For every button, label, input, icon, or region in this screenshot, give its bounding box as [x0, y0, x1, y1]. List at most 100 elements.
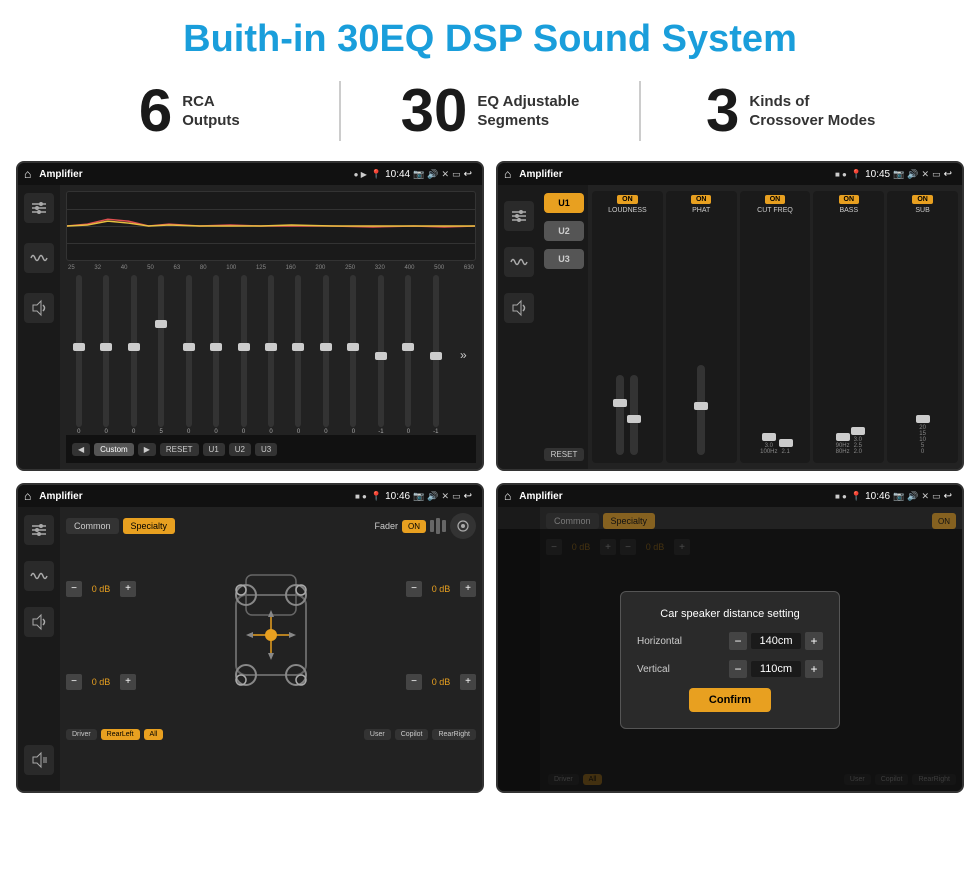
slider-thumb-3[interactable] [155, 320, 167, 328]
slider-track-1[interactable] [103, 275, 109, 427]
slider-thumb-8[interactable] [292, 343, 304, 351]
horizontal-plus-btn[interactable]: + [805, 632, 823, 650]
eq-reset-btn[interactable]: RESET [160, 443, 199, 456]
crossover-sidebar-icon-speaker[interactable] [504, 293, 534, 323]
nav-user-btn[interactable]: User [364, 729, 391, 740]
eq-play-btn[interactable]: ▶ [138, 443, 156, 456]
fader-sidebar-icon-vol[interactable] [24, 745, 54, 775]
slider-thumb-12[interactable] [402, 343, 414, 351]
eq-u2-btn[interactable]: U2 [229, 443, 251, 456]
u2-button[interactable]: U2 [544, 221, 584, 241]
slider-thumb-0[interactable] [73, 343, 85, 351]
slider-track-5[interactable] [213, 275, 219, 427]
bass-g-thumb[interactable] [851, 427, 865, 435]
db-minus-fr[interactable]: − [406, 581, 422, 597]
fader-on-button[interactable]: ON [402, 520, 426, 533]
db-minus-rr[interactable]: − [406, 674, 422, 690]
slider-thumb-10[interactable] [347, 343, 359, 351]
db-minus-rl[interactable]: − [66, 674, 82, 690]
fader-tab-specialty[interactable]: Specialty [123, 518, 176, 534]
loudness-thumb-1[interactable] [613, 399, 627, 407]
nav-copilot-btn[interactable]: Copilot [395, 729, 429, 740]
phat-slider-wrap [697, 218, 705, 459]
phat-thumb[interactable] [694, 402, 708, 410]
slider-thumb-9[interactable] [320, 343, 332, 351]
slider-track-11[interactable] [378, 275, 384, 427]
slider-thumb-1[interactable] [100, 343, 112, 351]
crossover-sidebar-icon-wave[interactable] [504, 247, 534, 277]
nav-driver-btn[interactable]: Driver [66, 729, 97, 740]
loudness-slider-2[interactable] [630, 375, 638, 455]
slider-thumb-5[interactable] [210, 343, 222, 351]
vertical-minus-btn[interactable]: − [729, 660, 747, 678]
settings-circle-icon[interactable] [450, 513, 476, 539]
db-minus-fl[interactable]: − [66, 581, 82, 597]
db-plus-fr[interactable]: + [460, 581, 476, 597]
home-icon-1[interactable]: ⌂ [24, 167, 31, 181]
vertical-plus-btn[interactable]: + [805, 660, 823, 678]
slider-thumb-11[interactable] [375, 352, 387, 360]
sub-thumb[interactable] [916, 415, 930, 423]
slider-track-2[interactable] [131, 275, 137, 427]
eq-prev-btn[interactable]: ◀ [72, 443, 90, 456]
cutfreq-g-thumb[interactable] [762, 433, 776, 441]
u1-button[interactable]: U1 [544, 193, 584, 213]
cutfreq-f-thumb[interactable] [779, 439, 793, 447]
db-plus-fl[interactable]: + [120, 581, 136, 597]
fader-sidebar-icon-wave[interactable] [24, 561, 54, 591]
slider-thumb-6[interactable] [238, 343, 250, 351]
eq-slider-2: 0 [121, 275, 146, 435]
eq-u1-btn[interactable]: U1 [203, 443, 225, 456]
nav-rearleft-btn[interactable]: RearLeft [101, 729, 140, 740]
crossover-reset-btn[interactable]: RESET [544, 448, 584, 461]
loudness-slider-1[interactable] [616, 375, 624, 455]
slider-track-10[interactable] [350, 275, 356, 427]
home-icon-3[interactable]: ⌂ [24, 489, 31, 503]
loudness-name: LOUDNESS [608, 207, 647, 214]
fader-tab-common[interactable]: Common [66, 518, 119, 534]
slider-thumb-4[interactable] [183, 343, 195, 351]
u3-button[interactable]: U3 [544, 249, 584, 269]
db-plus-rl[interactable]: + [120, 674, 136, 690]
crossover-sidebar-icon-filter[interactable] [504, 201, 534, 231]
slider-track-9[interactable] [323, 275, 329, 427]
slider-track-4[interactable] [186, 275, 192, 427]
cutfreq-sliders: G 3.0 100Hz F [760, 218, 790, 459]
back-icon-1[interactable]: ↩ [464, 169, 472, 180]
slider-thumb-2[interactable] [128, 343, 140, 351]
bass-g-val-3: 2.0 [854, 449, 862, 455]
expand-icon[interactable]: » [460, 348, 467, 362]
home-icon-2[interactable]: ⌂ [504, 167, 511, 181]
slider-track-7[interactable] [268, 275, 274, 427]
back-icon-4[interactable]: ↩ [944, 491, 952, 502]
eq-sidebar-icon-wave[interactable] [24, 243, 54, 273]
loudness-thumb-2[interactable] [627, 415, 641, 423]
fader-tabs-row: Common Specialty Fader ON [66, 513, 476, 539]
slider-thumb-7[interactable] [265, 343, 277, 351]
slider-track-13[interactable] [433, 275, 439, 427]
horizontal-minus-btn[interactable]: − [729, 632, 747, 650]
slider-thumb-13[interactable] [430, 352, 442, 360]
slider-track-0[interactable] [76, 275, 82, 427]
eq-sidebar-icon-speaker[interactable] [24, 293, 54, 323]
slider-track-8[interactable] [295, 275, 301, 427]
dialog-confirm-btn[interactable]: Confirm [689, 688, 771, 712]
nav-rearright-btn[interactable]: RearRight [432, 729, 476, 740]
nav-all-btn[interactable]: All [144, 729, 164, 740]
back-icon-3[interactable]: ↩ [464, 491, 472, 502]
slider-track-12[interactable] [405, 275, 411, 427]
eq-sidebar-icon-filter[interactable] [24, 193, 54, 223]
home-icon-4[interactable]: ⌂ [504, 489, 511, 503]
pin-icon-1: 📍 [371, 169, 382, 180]
bass-f-thumb[interactable] [836, 433, 850, 441]
slider-track-3[interactable] [158, 275, 164, 427]
eq-preset-btn[interactable]: Custom [94, 443, 134, 456]
fader-sidebar-icon-speaker[interactable] [24, 607, 54, 637]
back-icon-2[interactable]: ↩ [944, 169, 952, 180]
eq-u3-btn[interactable]: U3 [255, 443, 277, 456]
slider-track-6[interactable] [241, 275, 247, 427]
phat-slider[interactable] [697, 365, 705, 455]
fader-sidebar-icon-filter[interactable] [24, 515, 54, 545]
db-plus-rr[interactable]: + [460, 674, 476, 690]
loudness-on-label: ON [617, 195, 638, 204]
